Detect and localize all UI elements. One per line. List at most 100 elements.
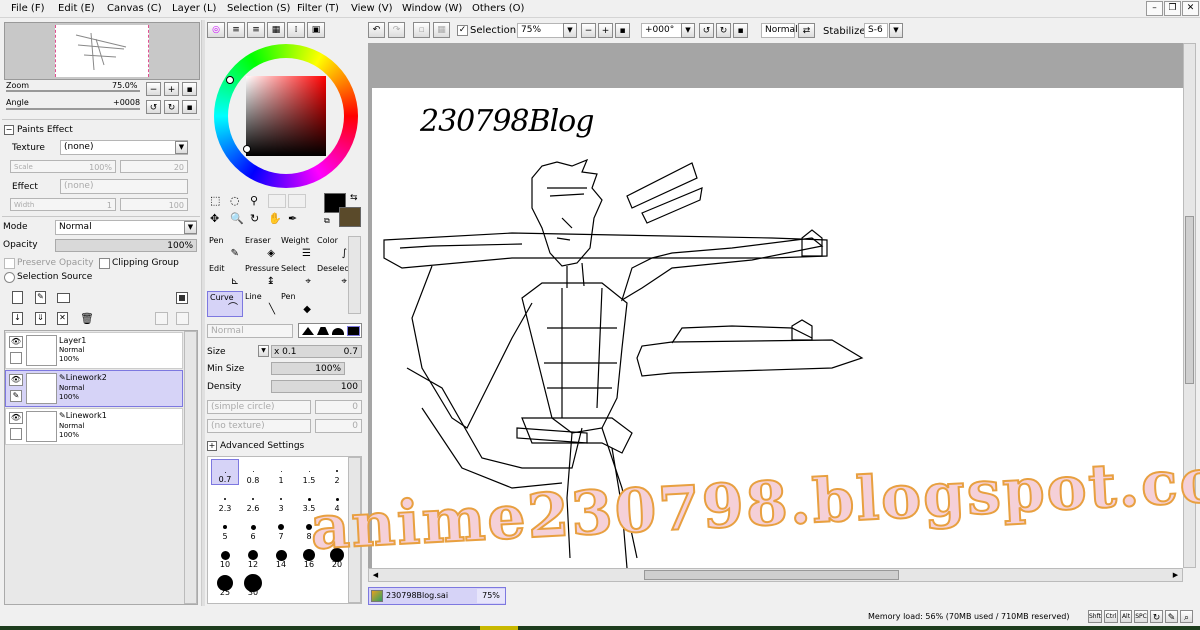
invert-selection-icon[interactable]: ▦ [433, 22, 450, 38]
brush-size-cell[interactable]: 0.8 [239, 459, 267, 485]
tool-pressure[interactable]: Pressure ↨ [243, 263, 279, 289]
texture-dropdown-icon[interactable]: ▼ [175, 141, 188, 154]
brush-texture-value[interactable]: 0 [315, 419, 362, 433]
mode-dropdown-icon[interactable]: ▼ [184, 221, 197, 234]
density-bar[interactable]: 100 [271, 380, 362, 393]
transfer-down-icon[interactable]: ↓ [12, 312, 23, 325]
tool-pen2[interactable]: Pen ◆ [279, 291, 315, 317]
new-folder-icon[interactable] [57, 293, 70, 303]
new-layer-icon[interactable] [12, 291, 23, 304]
magic-wand-icon[interactable]: ⚲ [250, 194, 258, 207]
brush-size-cell[interactable]: 30 [239, 571, 267, 597]
clear-layer-icon[interactable]: ✕ [57, 312, 68, 325]
layer-option2-icon[interactable] [176, 312, 189, 325]
redo-icon[interactable]: ↷ [388, 22, 405, 38]
menu-others[interactable]: Others (O) [472, 3, 524, 14]
new-linework-layer-icon[interactable]: ✎ [35, 291, 46, 304]
hscroll-thumb[interactable] [644, 570, 899, 580]
flip-icon[interactable]: ⇄ [798, 23, 815, 38]
visibility-eye-icon[interactable]: 👁 [9, 374, 23, 386]
layer-item[interactable]: 👁 Layer1 Normal 100% [5, 332, 183, 369]
tool-deselect[interactable]: Deselect ⌖ [315, 263, 352, 289]
rgb-slider-tab-icon[interactable]: ≡ [227, 22, 245, 38]
visibility-eye-icon[interactable]: 👁 [9, 412, 23, 424]
navigator-preview[interactable] [4, 22, 200, 80]
expand-icon[interactable]: + [207, 441, 217, 451]
menu-layer[interactable]: Layer (L) [172, 3, 216, 14]
color-wheel-tab-icon[interactable]: ◎ [207, 22, 225, 38]
brush-size-cell[interactable]: 14 [267, 543, 295, 569]
menu-window[interactable]: Window (W) [402, 3, 462, 14]
brush-blend-select[interactable]: Normal [207, 324, 293, 338]
nav-rotate-reset-icon[interactable]: ▪ [182, 100, 197, 114]
delete-layer-icon[interactable]: 🗑 [80, 312, 94, 325]
move-icon[interactable]: ✥ [210, 212, 219, 225]
zoom-dropdown-icon[interactable]: ▼ [563, 23, 577, 38]
brush-size-cell[interactable]: 3 [267, 487, 295, 513]
brush-size-cell[interactable]: 10 [211, 543, 239, 569]
zoom-icon[interactable]: 🔍 [230, 212, 244, 225]
rect-select-icon[interactable]: ⬚ [210, 194, 220, 207]
rotate-icon[interactable]: ↻ [250, 212, 259, 225]
nav-rotate-right-icon[interactable]: ↻ [164, 100, 179, 114]
zoom-reset-icon[interactable]: ▪ [615, 23, 630, 38]
brush-size-cell[interactable]: 12 [239, 543, 267, 569]
secondary-color-swatch[interactable] [339, 207, 361, 227]
menu-file[interactable]: File (F) [11, 3, 44, 14]
sv-picker-icon[interactable] [243, 145, 251, 153]
transparent-color-icon[interactable]: ⧉ [324, 216, 330, 226]
collapse-icon[interactable]: − [4, 125, 14, 135]
layer-lock-checkbox[interactable] [10, 428, 22, 440]
angle-slider[interactable] [6, 108, 140, 110]
merge-down-icon[interactable]: ⇓ [35, 312, 46, 325]
layer-list-scrollbar[interactable] [184, 331, 197, 604]
minimize-button[interactable]: – [1146, 1, 1163, 16]
scroll-left-icon[interactable]: ◀ [369, 569, 382, 581]
width-bar[interactable]: Width 1 [10, 198, 116, 211]
opacity-bar[interactable]: 100% [55, 239, 197, 252]
brush-size-cell[interactable]: 1 [267, 459, 295, 485]
brush-shape-select[interactable]: (simple circle) [207, 400, 311, 414]
brush-size-cell[interactable]: 5 [211, 515, 239, 541]
document-tab[interactable]: 230798Blog.sai 75% [368, 587, 506, 605]
rotation-dropdown-icon[interactable]: ▼ [681, 23, 695, 38]
layer-lock-checkbox[interactable] [10, 352, 22, 364]
visibility-eye-icon[interactable]: 👁 [9, 336, 23, 348]
rotate-reset-icon[interactable]: ▪ [733, 23, 748, 38]
menu-view[interactable]: View (V) [351, 3, 393, 14]
tool-eraser[interactable]: Eraser ◈ [243, 235, 279, 261]
brush-size-cell[interactable]: 2.3 [211, 487, 239, 513]
menu-edit[interactable]: Edit (E) [58, 3, 95, 14]
nav-rotate-left-icon[interactable]: ↺ [146, 100, 161, 114]
eyedropper-icon[interactable]: ✒ [288, 212, 297, 225]
stabilizer-dropdown-icon[interactable]: ▼ [889, 23, 903, 38]
brush-size-cell[interactable]: 2.6 [239, 487, 267, 513]
close-button[interactable]: ✕ [1182, 1, 1199, 16]
layer-option-icon[interactable] [155, 312, 168, 325]
undo-icon[interactable]: ↶ [368, 22, 385, 38]
lasso-icon[interactable]: ◌ [230, 194, 240, 207]
restore-button[interactable]: ❐ [1164, 1, 1181, 16]
vscroll-thumb[interactable] [1185, 216, 1194, 384]
selection-source-radio[interactable] [4, 272, 15, 283]
menu-selection[interactable]: Selection (S) [227, 3, 290, 14]
brush-size-cell[interactable]: 7 [267, 515, 295, 541]
zoom-in-icon[interactable]: + [598, 23, 613, 38]
color-wheel[interactable] [214, 44, 358, 188]
nav-zoom-in-icon[interactable]: + [164, 82, 179, 96]
swap-colors-icon[interactable]: ⇆ [350, 193, 358, 203]
menu-canvas[interactable]: Canvas (C) [107, 3, 162, 14]
panel-splitter[interactable] [201, 20, 205, 606]
selection-checkbox[interactable]: ✓ [457, 25, 468, 36]
zoom-out-icon[interactable]: − [581, 23, 596, 38]
preserve-opacity-checkbox[interactable] [4, 258, 15, 269]
blend-mode-field[interactable]: Normal [761, 23, 798, 38]
tool-pen[interactable]: Pen ✎ [207, 235, 243, 261]
saturation-value-square[interactable] [246, 76, 326, 156]
scroll-right-icon[interactable]: ▶ [1169, 569, 1182, 581]
swatches-tab-icon[interactable]: ▦ [267, 22, 285, 38]
tool-edit[interactable]: Edit ⊾ [207, 263, 243, 289]
advanced-settings-label[interactable]: Advanced Settings [220, 441, 304, 451]
tool-color[interactable]: Color ∫ [315, 235, 351, 261]
brush-shape-value[interactable]: 0 [315, 400, 362, 414]
